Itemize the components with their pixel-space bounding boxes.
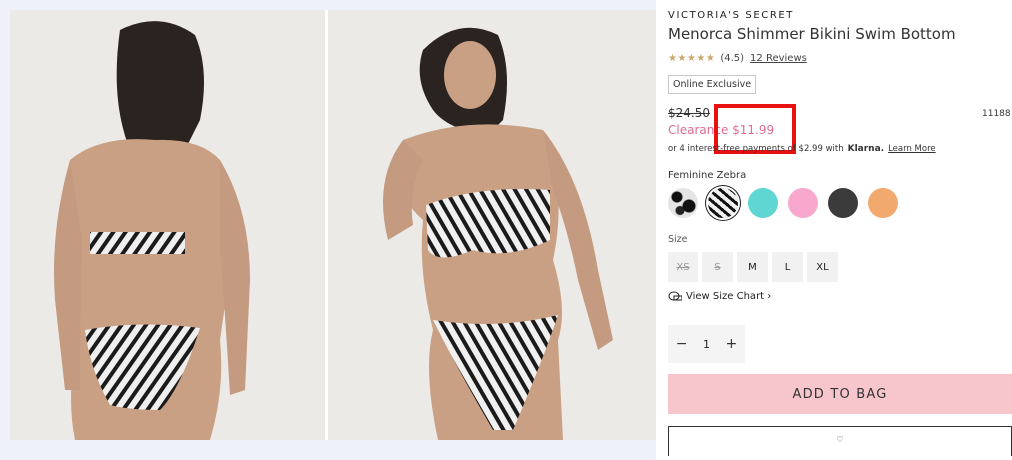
rating-stars-icon: ★★★★★ [668,53,716,64]
wishlist-button[interactable]: ♡ [668,426,1012,456]
model-back-image [10,10,325,440]
model-front-image [328,10,656,440]
swatch-turquoise[interactable] [748,188,778,218]
product-title: Menorca Shimmer Bikini Swim Bottom [668,25,956,43]
size-xl-button[interactable]: XL [807,252,838,282]
product-photo-front[interactable] [328,10,656,440]
quantity-value: 1 [702,337,710,351]
item-number: 11188 [982,109,1011,119]
size-l-button[interactable]: L [772,252,803,282]
brand-name: VICTORIA'S SECRET [668,10,794,21]
rating-value: (4.5) [720,53,745,64]
view-size-chart-link[interactable]: View Size Chart › [668,291,771,302]
product-info-panel: VICTORIA'S SECRET Menorca Shimmer Bikini… [656,0,1012,460]
original-price: $24.50 [668,106,710,120]
measuring-tape-icon [668,291,682,301]
rating-row: ★★★★★ (4.5) 12 Reviews [668,53,807,64]
online-exclusive-badge: Online Exclusive [668,75,757,94]
product-photo-back[interactable] [10,10,325,440]
size-label: Size [668,234,688,245]
heart-icon: ♡ [836,435,844,444]
swatch-black[interactable] [828,188,858,218]
klarna-installments: or 4 interest-free payments of $2.99 wit… [668,144,936,154]
add-to-bag-button[interactable]: ADD TO BAG [668,374,1012,414]
color-label: Feminine Zebra [668,170,747,181]
size-xs-button[interactable]: XS [668,252,698,282]
size-m-button[interactable]: M [737,252,768,282]
klarna-text: or 4 interest-free payments of $2.99 wit… [668,144,844,154]
reviews-link[interactable]: 12 Reviews [750,53,807,64]
size-chart-label: View Size Chart › [686,291,772,302]
quantity-stepper: − 1 + [668,325,745,363]
color-swatches [668,188,908,218]
size-options: XS S M L XL [668,252,842,282]
product-image-gallery [10,10,656,440]
swatch-animal-print[interactable] [668,188,698,218]
klarna-logo: Klarna. [847,144,885,154]
size-s-button[interactable]: S [702,252,733,282]
swatch-pink[interactable] [788,188,818,218]
decrease-quantity-button[interactable]: − [676,336,688,352]
swatch-feminine-zebra[interactable] [708,188,738,218]
learn-more-link[interactable]: Learn More [888,144,936,154]
swatch-orange[interactable] [868,188,898,218]
increase-quantity-button[interactable]: + [725,336,737,352]
